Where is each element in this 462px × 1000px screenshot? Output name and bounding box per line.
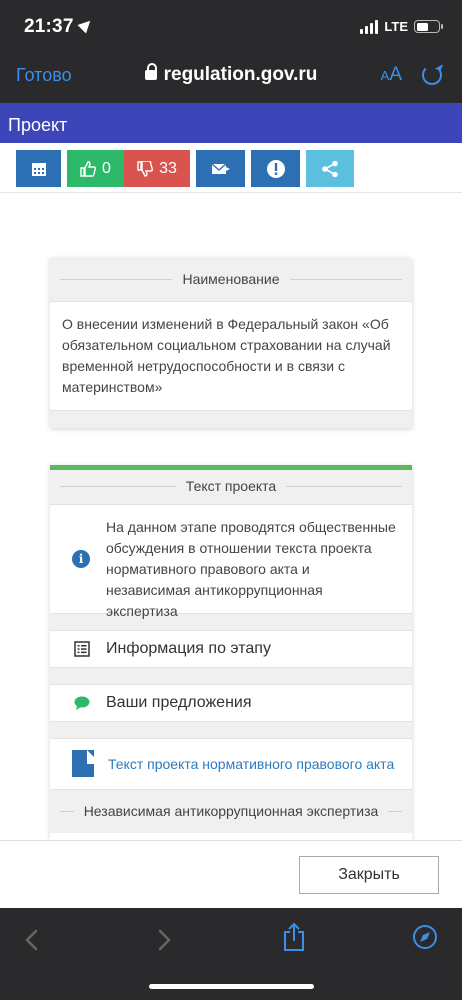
browser-nav-row: Готово regulation.gov.ru AA [0,52,462,102]
thumbs-up-icon [80,160,97,177]
document-link[interactable]: Текст проекта нормативного правового акт… [108,756,394,772]
comment-icon [74,696,90,710]
battery-icon [414,20,443,33]
status-bar: 21:37 LTE [0,0,462,52]
forward-icon[interactable] [156,928,172,952]
proposals-label: Ваши предложения [106,694,252,711]
calendar-button[interactable] [16,150,61,187]
name-card-header: Наименование [50,258,412,301]
reload-icon[interactable] [422,65,442,85]
like-button[interactable]: 0 [67,150,124,187]
info-icon: i [72,550,90,568]
project-text-header: Текст проекта [50,470,412,504]
page-title-bar: Проект [0,103,462,143]
close-button[interactable]: Закрыть [299,856,439,894]
safari-compass-icon[interactable] [412,924,438,950]
alert-icon [266,159,285,178]
expertise-heading: Независимая антикоррупционная экспертиза [73,803,389,819]
signal-icon [360,19,379,34]
footer-bar: Закрыть [0,840,462,908]
network-label: LTE [384,19,408,34]
share-icon [322,160,338,177]
name-card: Наименование О внесении изменений в Феде… [50,258,412,428]
project-text-heading: Текст проекта [175,478,287,494]
subscribe-button[interactable] [196,150,245,187]
share-sheet-icon[interactable] [282,922,306,952]
back-icon[interactable] [24,928,40,952]
stage-notice: i На данном этапе проводятся общественны… [50,504,412,619]
project-name-text: О внесении изменений в Федеральный закон… [50,301,412,410]
name-card-heading: Наименование [172,271,290,287]
action-toolbar: 0 33 [0,143,462,193]
project-text-card: Текст проекта i На данном этапе проводят… [50,465,412,840]
like-count: 0 [102,159,111,177]
stage-notice-text: На данном этапе проводятся общественные … [106,519,396,619]
status-indicators: LTE [360,19,443,34]
url-text: regulation.gov.ru [163,64,318,85]
location-icon [77,16,95,34]
docx-file-icon: DOCX [72,745,94,777]
calendar-icon [31,162,46,176]
list-icon [74,641,90,657]
thumbs-down-icon [137,160,154,177]
expertise-header: Независимая антикоррупционная экспертиза [50,789,412,833]
report-button[interactable] [251,150,300,187]
proposals-item[interactable]: Ваши предложения [50,685,412,721]
browser-top-bar: 21:37 LTE Готово regulation.gov.ru AA [0,0,462,103]
stage-info-label: Информация по этапу [106,640,271,657]
home-indicator [149,984,314,989]
page-title: Проект [8,115,68,135]
text-size-button[interactable]: AA [381,64,402,86]
mail-icon [211,162,230,174]
share-button[interactable] [306,150,354,187]
dislike-button[interactable]: 33 [124,150,190,187]
document-link-item[interactable]: DOCX Текст проекта нормативного правовог… [50,739,412,789]
lock-icon [144,63,157,80]
status-time: 21:37 [24,16,95,38]
stage-info-item[interactable]: Информация по этапу [50,631,412,667]
dislike-count: 33 [159,159,177,177]
